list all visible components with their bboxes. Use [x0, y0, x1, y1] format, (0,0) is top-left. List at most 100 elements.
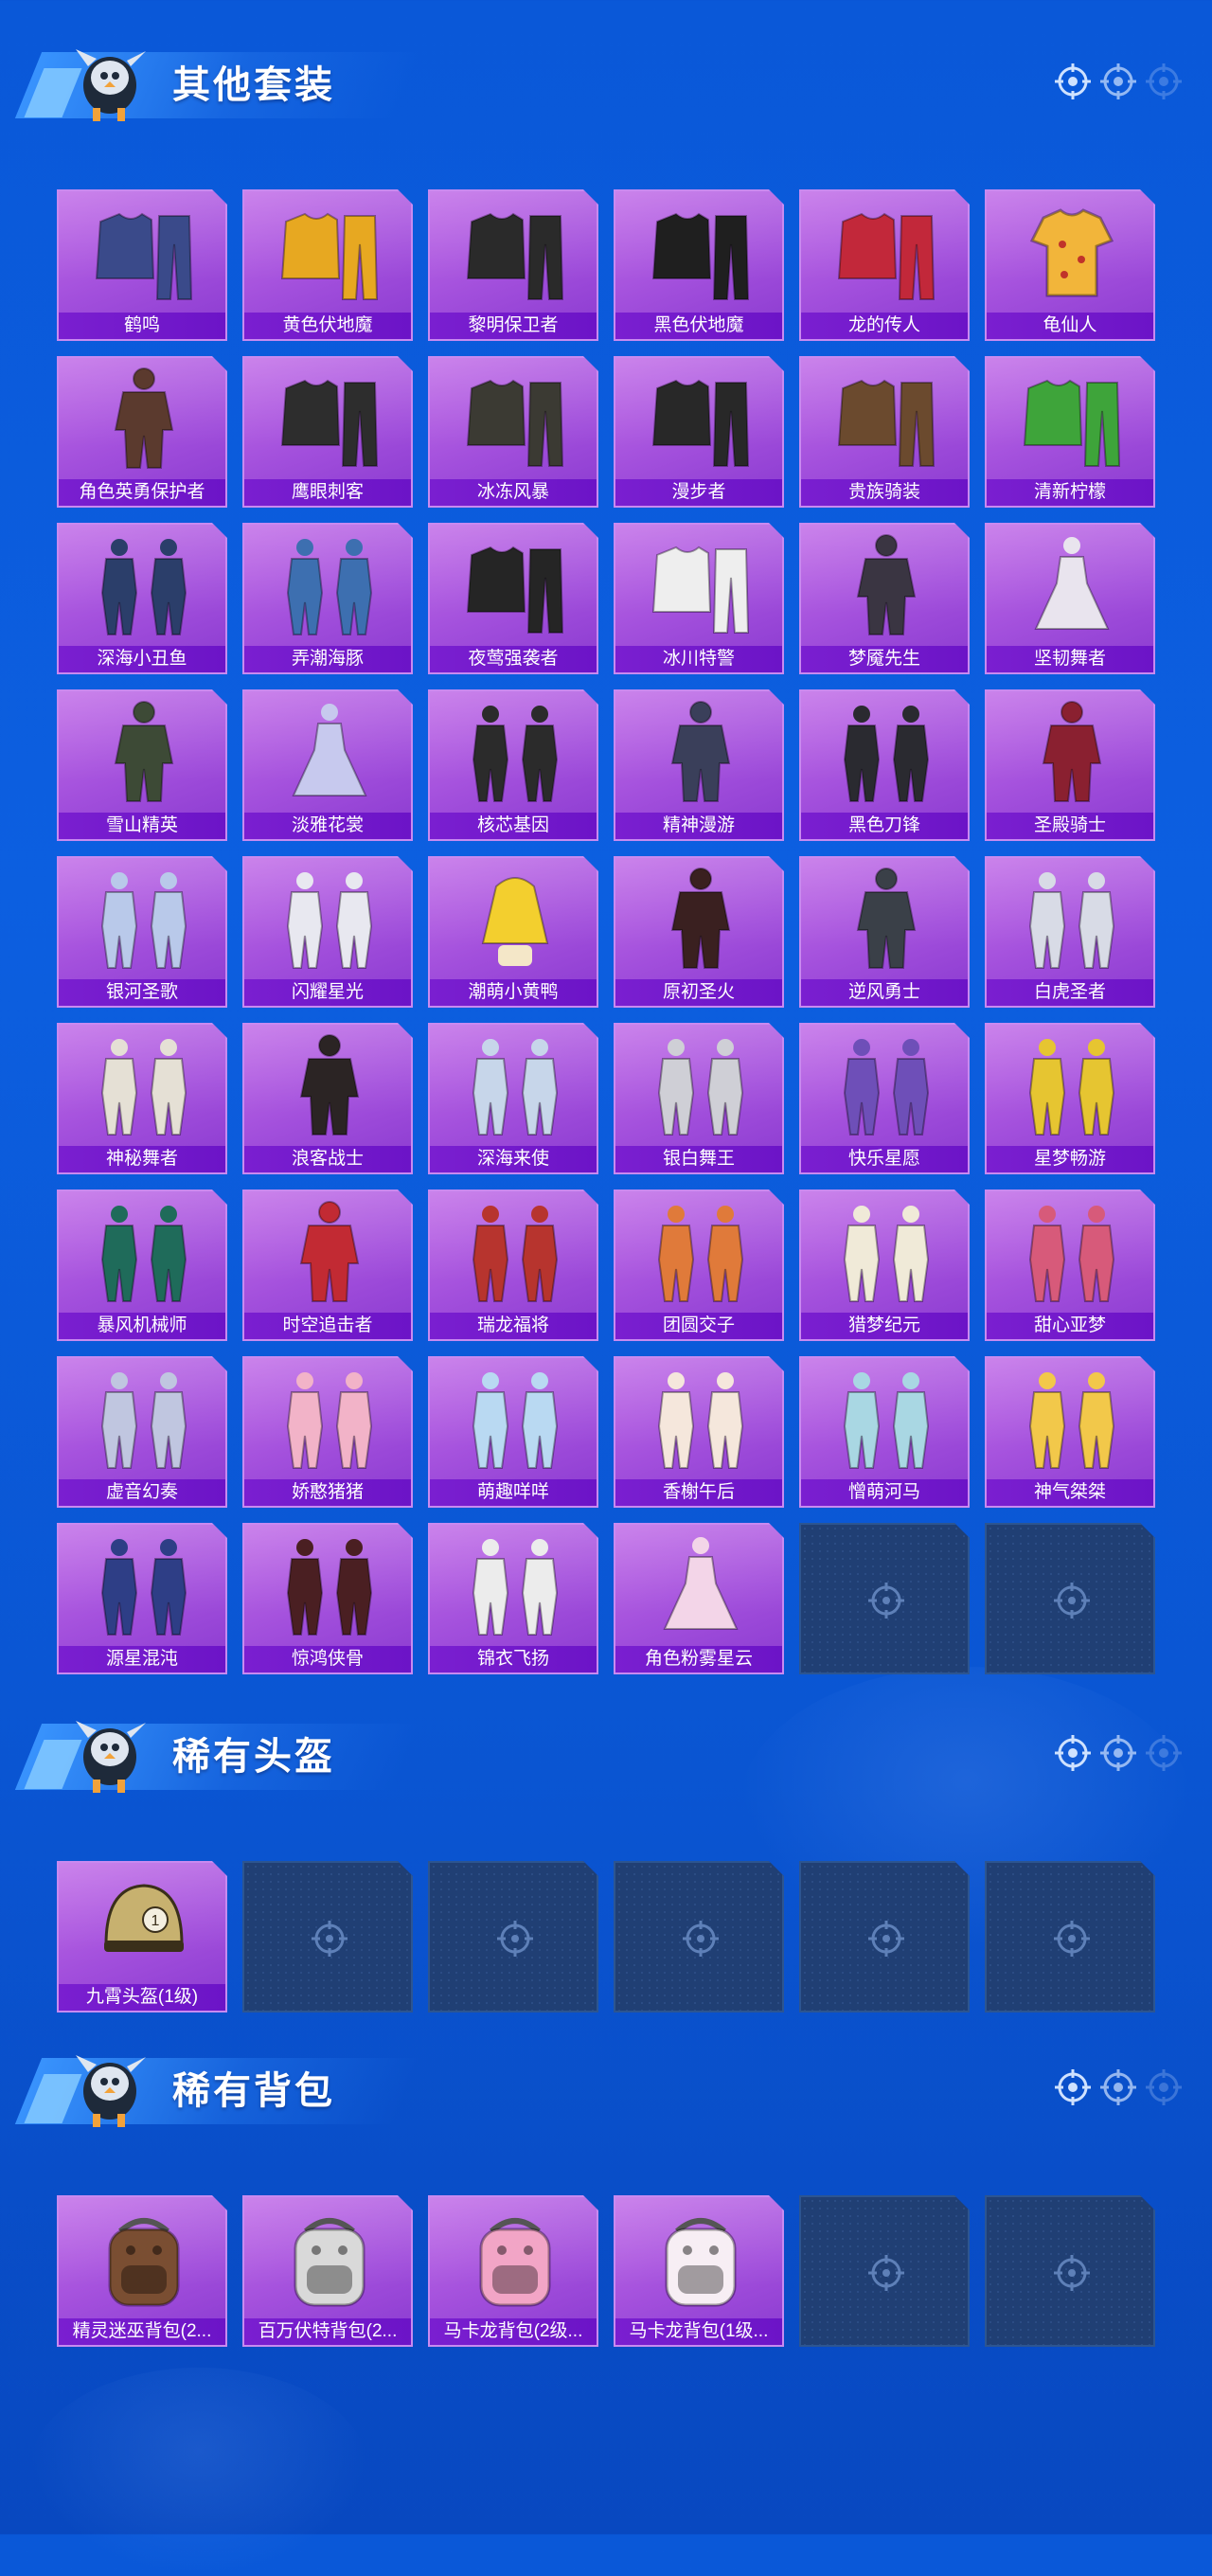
two-figures-icon	[820, 1030, 953, 1144]
item-card[interactable]: 核芯基因	[428, 689, 598, 841]
item-name-label: 浪客战士	[244, 1146, 411, 1172]
item-name-label: 深海来使	[430, 1146, 597, 1172]
item-name-label: 核芯基因	[430, 813, 597, 839]
item-name-label: 清新柠檬	[987, 479, 1153, 506]
item-card[interactable]: 黎明保卫者	[428, 189, 598, 341]
item-card[interactable]: 百万伏特背包(2...	[242, 2195, 413, 2347]
item-card[interactable]: 黑色刀锋	[799, 689, 970, 841]
hoodie-pants-icon	[634, 197, 767, 311]
item-card[interactable]: 清新柠檬	[985, 356, 1155, 508]
item-card[interactable]: 鹤鸣	[57, 189, 227, 341]
item-card[interactable]: 暴风机械师	[57, 1190, 227, 1341]
item-card[interactable]: 深海来使	[428, 1023, 598, 1174]
item-name-label: 深海小丑鱼	[59, 646, 225, 672]
item-name-label: 圣殿骑士	[987, 813, 1153, 839]
item-card[interactable]: 冰冻风暴	[428, 356, 598, 508]
item-card[interactable]: 猎梦纪元	[799, 1190, 970, 1341]
item-name-label: 百万伏特背包(2...	[244, 2318, 411, 2345]
two-figures-icon	[820, 697, 953, 811]
armor-figure-icon	[1006, 697, 1138, 811]
item-card[interactable]: 黑色伏地魔	[614, 189, 784, 341]
item-card[interactable]: 香榭午后	[614, 1356, 784, 1508]
item-name-label: 瑞龙福将	[430, 1313, 597, 1339]
item-name-label: 神气桀桀	[987, 1479, 1153, 1506]
helmet-icon: 1	[78, 1869, 210, 1982]
item-card[interactable]: 甜心亚梦	[985, 1190, 1155, 1341]
item-card[interactable]: 逆风勇士	[799, 856, 970, 1008]
backpack-icon	[78, 2203, 210, 2317]
item-name-label: 原初圣火	[615, 979, 782, 1006]
item-name-label: 鹰眼刺客	[244, 479, 411, 506]
section-header: 其他套装	[0, 0, 1212, 121]
item-card[interactable]: 娇憨猪猪	[242, 1356, 413, 1508]
item-card[interactable]: 萌趣咩咩	[428, 1356, 598, 1508]
item-card[interactable]: 神气桀桀	[985, 1356, 1155, 1508]
item-card[interactable]: 弄潮海豚	[242, 523, 413, 674]
item-card[interactable]: 神秘舞者	[57, 1023, 227, 1174]
item-card[interactable]: 深海小丑鱼	[57, 523, 227, 674]
item-card[interactable]: 冰川特警	[614, 523, 784, 674]
crosshair-icon	[1051, 1918, 1093, 1959]
section-header: 稀有背包	[0, 2006, 1212, 2127]
item-card[interactable]: 憎萌河马	[799, 1356, 970, 1508]
item-card[interactable]: 1 九霄头盔(1级)	[57, 1861, 227, 2012]
section-header: 稀有头盔	[0, 1672, 1212, 1793]
reticle-decoration	[1053, 1733, 1184, 1773]
item-card[interactable]: 星梦畅游	[985, 1023, 1155, 1174]
crosshair-icon	[1055, 2069, 1091, 2105]
item-card[interactable]: 精神漫游	[614, 689, 784, 841]
item-card[interactable]: 虚音幻奏	[57, 1356, 227, 1508]
crosshair-icon	[1100, 2069, 1136, 2105]
item-card[interactable]: 圣殿骑士	[985, 689, 1155, 841]
item-card[interactable]: 银白舞王	[614, 1023, 784, 1174]
item-name-label: 夜莺强袭者	[430, 646, 597, 672]
crosshair-icon	[1055, 1735, 1091, 1771]
item-card[interactable]: 原初圣火	[614, 856, 784, 1008]
empty-slot	[799, 1861, 970, 2012]
background-parachute-decoration	[28, 2368, 369, 2576]
item-card[interactable]: 梦魇先生	[799, 523, 970, 674]
item-card[interactable]: 马卡龙背包(2级...	[428, 2195, 598, 2347]
item-card[interactable]: 白虎圣者	[985, 856, 1155, 1008]
item-card[interactable]: 雪山精英	[57, 689, 227, 841]
item-name-label: 鹤鸣	[59, 313, 225, 339]
item-card[interactable]: 贵族骑装	[799, 356, 970, 508]
item-card[interactable]: 锦衣飞扬	[428, 1523, 598, 1674]
two-figures-icon	[1006, 1364, 1138, 1477]
item-card[interactable]: 快乐星愿	[799, 1023, 970, 1174]
item-name-label: 时空追击者	[244, 1313, 411, 1339]
two-figures-icon	[449, 1364, 581, 1477]
item-card[interactable]: 龙的传人	[799, 189, 970, 341]
armor-figure-icon	[634, 864, 767, 977]
item-card[interactable]: 惊鸿侠骨	[242, 1523, 413, 1674]
crosshair-icon	[1051, 2252, 1093, 2294]
item-card[interactable]: 团圆交子	[614, 1190, 784, 1341]
two-figures-icon	[1006, 1197, 1138, 1311]
item-name-label: 闪耀星光	[244, 979, 411, 1006]
item-card[interactable]: 角色英勇保护者	[57, 356, 227, 508]
item-card[interactable]: 漫步者	[614, 356, 784, 508]
item-name-label: 虚音幻奏	[59, 1479, 225, 1506]
item-card[interactable]: 角色粉雾星云	[614, 1523, 784, 1674]
two-figures-icon	[449, 1197, 581, 1311]
item-card[interactable]: 鹰眼刺客	[242, 356, 413, 508]
item-card[interactable]: 夜莺强袭者	[428, 523, 598, 674]
item-card[interactable]: 马卡龙背包(1级...	[614, 2195, 784, 2347]
item-card[interactable]: 浪客战士	[242, 1023, 413, 1174]
item-card[interactable]: 坚韧舞者	[985, 523, 1155, 674]
item-card[interactable]: 龟仙人	[985, 189, 1155, 341]
item-name-label: 星梦畅游	[987, 1146, 1153, 1172]
item-card[interactable]: 精灵迷巫背包(2...	[57, 2195, 227, 2347]
two-figures-icon	[263, 530, 396, 644]
jacket-pants-icon	[634, 364, 767, 477]
item-card[interactable]: 瑞龙福将	[428, 1190, 598, 1341]
item-card[interactable]: 潮萌小黄鸭	[428, 856, 598, 1008]
item-card[interactable]: 闪耀星光	[242, 856, 413, 1008]
item-card[interactable]: 淡雅花裳	[242, 689, 413, 841]
crosshair-icon	[865, 2252, 907, 2294]
item-name-label: 淡雅花裳	[244, 813, 411, 839]
item-card[interactable]: 银河圣歌	[57, 856, 227, 1008]
item-card[interactable]: 黄色伏地魔	[242, 189, 413, 341]
item-card[interactable]: 时空追击者	[242, 1190, 413, 1341]
item-card[interactable]: 源星混沌	[57, 1523, 227, 1674]
